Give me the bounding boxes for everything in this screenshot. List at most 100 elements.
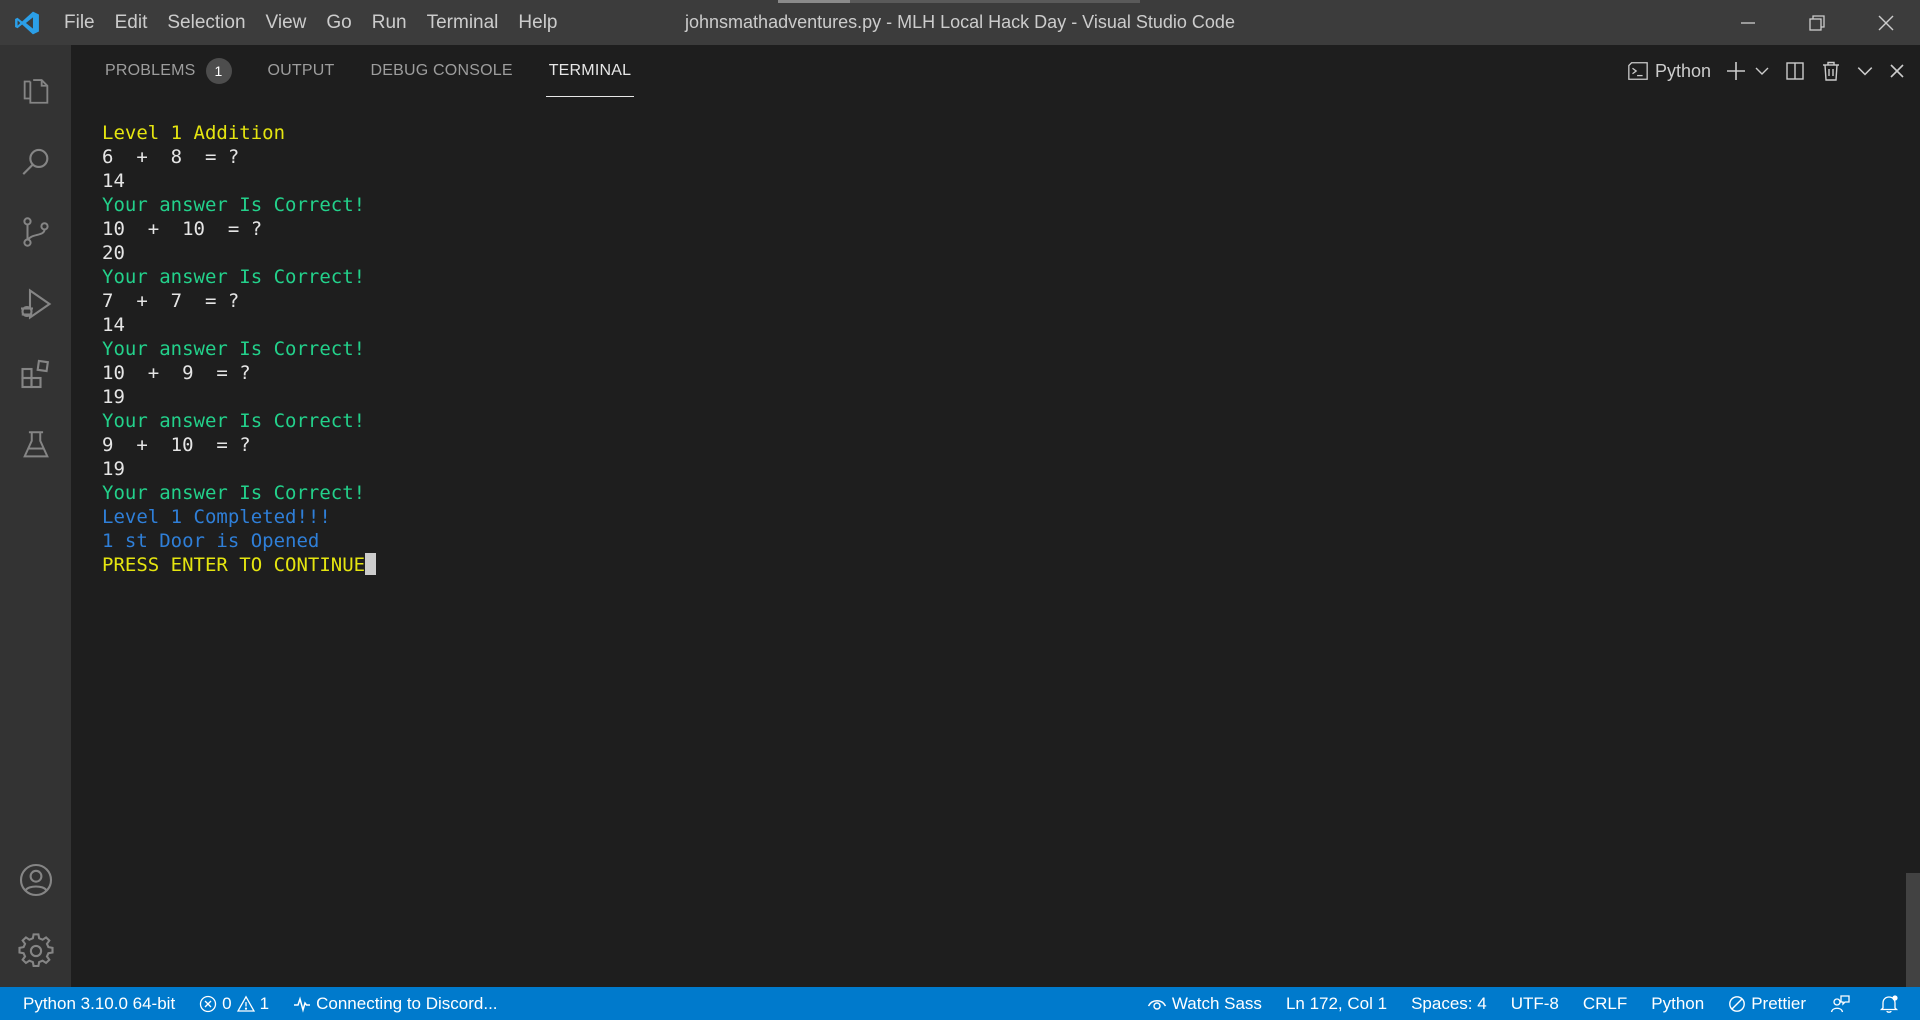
error-icon — [200, 995, 217, 1012]
terminal-line: PRESS ENTER TO CONTINUE — [102, 553, 377, 577]
launch-profile-dropdown[interactable] — [1754, 45, 1777, 97]
menu-view[interactable]: View — [256, 0, 317, 45]
no-entry-icon — [1729, 995, 1746, 1012]
title-tab-indicator — [778, 0, 1140, 3]
status-bar: Python 3.10.0 64-bit 0 1 Connecting to D… — [0, 987, 1920, 1020]
terminal-line-text: 1 st Door is Opened — [102, 530, 320, 552]
menu-help[interactable]: Help — [508, 0, 567, 45]
tab-debug-console[interactable]: DEBUG CONSOLE — [371, 45, 513, 97]
terminal-line-text: PRESS ENTER TO CONTINUE — [102, 554, 366, 576]
python-interpreter-status[interactable]: Python 3.10.0 64-bit — [0, 987, 187, 1020]
terminal-line: 10 + 10 = ? — [102, 217, 376, 241]
terminal-line: Level 1 Completed!!! — [102, 505, 376, 529]
panel-actions: Python — [1620, 45, 1920, 97]
indentation-status[interactable]: Spaces: 4 — [1399, 987, 1499, 1020]
tab-problems-label: PROBLEMS — [105, 62, 196, 79]
discord-status-text: Connecting to Discord... — [316, 993, 498, 1013]
terminal-line: 14 — [102, 313, 376, 337]
terminal-line: 20 — [102, 241, 376, 265]
terminal-cursor — [365, 553, 377, 575]
pulse-icon — [294, 995, 311, 1013]
encoding-status[interactable]: UTF-8 — [1499, 987, 1571, 1020]
terminal-line-text: Your answer Is Correct! — [102, 410, 366, 432]
menu-terminal[interactable]: Terminal — [417, 0, 509, 45]
watch-sass-label: Watch Sass — [1171, 993, 1262, 1013]
terminal-line: 1 st Door is Opened — [102, 529, 376, 553]
chevron-down-icon — [1755, 67, 1769, 75]
tab-output-label: OUTPUT — [267, 62, 335, 79]
minimize-icon[interactable] — [1713, 0, 1782, 45]
cursor-position-status[interactable]: Ln 172, Col 1 — [1274, 987, 1399, 1020]
title-bar: File Edit Selection View Go Run Terminal… — [0, 0, 1920, 45]
terminal-line: Your answer Is Correct! — [102, 337, 376, 361]
plus-icon — [1727, 62, 1745, 80]
tab-terminal[interactable]: TERMINAL — [545, 45, 634, 97]
terminal-line-text: Your answer Is Correct! — [102, 482, 366, 504]
trash-icon — [1823, 61, 1839, 81]
terminal-line: 7 + 7 = ? — [102, 289, 376, 313]
terminal-line: Level 1 Addition — [102, 121, 376, 145]
terminal-line-text: Your answer Is Correct! — [102, 338, 366, 360]
prettier-status[interactable]: Prettier — [1716, 987, 1818, 1020]
vscode-logo-icon[interactable] — [0, 0, 54, 45]
language-mode-status[interactable]: Python — [1639, 987, 1716, 1020]
maximize-panel-button[interactable] — [1849, 45, 1881, 97]
tab-problems[interactable]: PROBLEMS 1 — [105, 45, 232, 97]
terminal-line-text: Level 1 Completed!!! — [102, 506, 331, 528]
eol-status[interactable]: CRLF — [1571, 987, 1639, 1020]
restore-icon[interactable] — [1782, 0, 1851, 45]
menu-file[interactable]: File — [54, 0, 105, 45]
terminal-line: 10 + 9 = ? — [102, 361, 376, 385]
new-terminal-button[interactable] — [1718, 45, 1754, 97]
warning-count: 1 — [259, 993, 270, 1013]
terminal-line-text: Your answer Is Correct! — [102, 266, 366, 288]
split-terminal-button[interactable] — [1777, 45, 1813, 97]
terminal-output[interactable]: Level 1 Addition 6 + 8 = ? 14 Your answer I… — [102, 121, 377, 577]
tab-debug-console-label: DEBUG CONSOLE — [370, 62, 513, 79]
terminal-line: Your answer Is Correct! — [102, 193, 376, 217]
problems-status[interactable]: 0 1 — [187, 987, 281, 1020]
menu-selection[interactable]: Selection — [157, 0, 255, 45]
terminal-line: 9 + 10 = ? — [102, 433, 376, 457]
terminal-line-text: Your answer Is Correct! — [102, 194, 366, 216]
explorer-icon[interactable] — [0, 55, 71, 125]
terminal-line-text: 10 + 9 = ? — [102, 362, 251, 384]
kill-terminal-button[interactable] — [1813, 45, 1849, 97]
source-control-icon[interactable] — [0, 197, 71, 267]
feedback-button[interactable] — [1818, 987, 1867, 1020]
terminal-line: Your answer Is Correct! — [102, 481, 376, 505]
tab-output[interactable]: OUTPUT — [268, 45, 335, 97]
terminal-line: 6 + 8 = ? — [102, 145, 376, 169]
settings-gear-icon[interactable] — [0, 916, 71, 986]
search-icon[interactable] — [0, 127, 71, 197]
error-count: 0 — [222, 993, 232, 1013]
terminal-scrollbar[interactable] — [1906, 873, 1920, 987]
terminal-line-text: 6 + 8 = ? — [102, 146, 240, 168]
menu-run[interactable]: Run — [362, 0, 417, 45]
notifications-button[interactable] — [1867, 987, 1920, 1020]
terminal-line-text: Level 1 Addition — [102, 122, 286, 144]
close-panel-button[interactable] — [1881, 45, 1920, 97]
extensions-icon[interactable] — [0, 340, 71, 410]
chevron-down-icon — [1857, 67, 1873, 76]
split-icon — [1786, 62, 1804, 80]
menu-bar: File Edit Selection View Go Run Terminal… — [54, 0, 568, 45]
eye-icon — [1147, 999, 1166, 1010]
watch-sass-status[interactable]: Watch Sass — [1135, 987, 1274, 1020]
accounts-icon[interactable] — [0, 845, 71, 915]
run-debug-icon[interactable] — [0, 269, 71, 339]
close-icon — [1890, 64, 1904, 78]
feedback-person-icon — [1830, 994, 1850, 1012]
bell-icon — [1879, 994, 1899, 1013]
discord-status[interactable]: Connecting to Discord... — [281, 987, 509, 1020]
terminal-profile-selector[interactable]: Python — [1620, 45, 1718, 97]
testing-icon[interactable] — [0, 410, 71, 480]
close-icon[interactable] — [1851, 0, 1920, 45]
terminal-line: 14 — [102, 169, 376, 193]
menu-edit[interactable]: Edit — [105, 0, 158, 45]
terminal-line: Your answer Is Correct! — [102, 265, 376, 289]
menu-go[interactable]: Go — [316, 0, 361, 45]
terminal-line-text: 14 — [102, 314, 125, 336]
terminal-line: 19 — [102, 385, 376, 409]
terminal-line: 19 — [102, 457, 376, 481]
